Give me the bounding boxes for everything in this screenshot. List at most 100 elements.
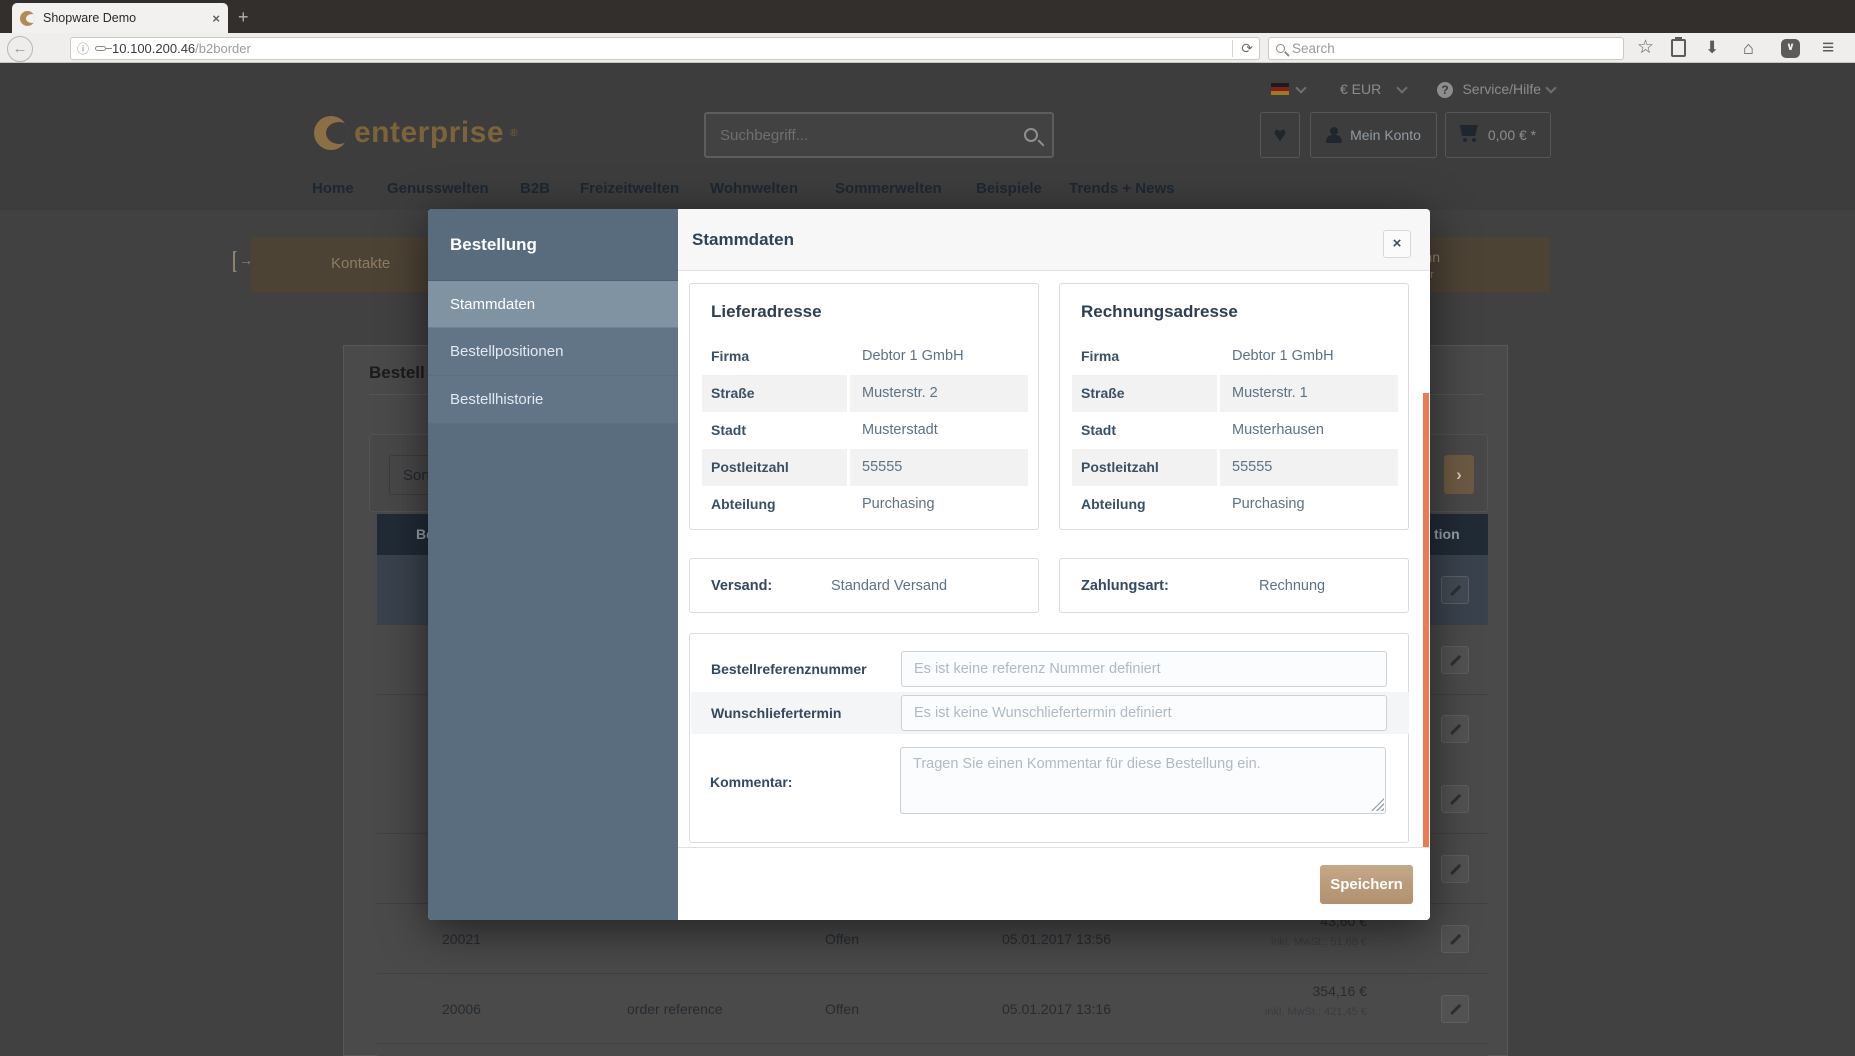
- logout-icon[interactable]: [233, 251, 237, 272]
- close-icon[interactable]: ×: [1383, 230, 1411, 258]
- account-button[interactable]: Mein Konto: [1310, 112, 1437, 158]
- shopware-favicon: [20, 10, 35, 26]
- back-button[interactable]: ←: [7, 36, 33, 62]
- address-row: Straße Musterstr. 2: [702, 375, 1028, 412]
- nav-genusswelten[interactable]: Genusswelten: [387, 180, 489, 197]
- nav-home[interactable]: Home: [312, 180, 354, 197]
- modal-content: Stammdaten × Lieferadresse Firma Debtor …: [678, 209, 1430, 920]
- modal-sidebar: Bestellung Stammdaten Bestellpositionen …: [428, 209, 678, 920]
- nav-sommerwelten[interactable]: Sommerwelten: [835, 180, 942, 197]
- shop-search-icon[interactable]: [1024, 128, 1038, 142]
- logo-icon: [314, 116, 348, 150]
- edit-order-button[interactable]: [1441, 855, 1469, 883]
- cart-icon: [1460, 125, 1480, 142]
- wish-date-input[interactable]: [901, 695, 1387, 731]
- nav-beispiele[interactable]: Beispiele: [976, 180, 1042, 197]
- shop-logo[interactable]: enterprise ®: [314, 116, 517, 150]
- nav-freizeitwelten[interactable]: Freizeitwelten: [580, 180, 679, 197]
- help-icon: ?: [1437, 82, 1453, 98]
- pencil-icon: [1450, 654, 1461, 666]
- bookmark-star-icon[interactable]: ☆: [1637, 37, 1654, 59]
- contacts-tab[interactable]: Kontakte: [331, 255, 390, 272]
- address-row: Stadt Musterstadt: [711, 422, 938, 438]
- new-tab-button[interactable]: +: [238, 8, 249, 26]
- order-amount-incl-vat: inkl. MwSt.: 421,45 €: [1264, 1006, 1367, 1018]
- address-row: Firma Debtor 1 GmbH: [1081, 348, 1334, 364]
- info-icon[interactable]: ⓘ: [77, 40, 89, 57]
- heart-icon: ♥: [1273, 122, 1287, 147]
- save-button[interactable]: Speichern: [1320, 865, 1413, 904]
- edit-order-button[interactable]: [1441, 646, 1469, 674]
- order-date: 05.01.2017 13:56: [1002, 931, 1111, 947]
- address-row: Postleitzahl 55555: [702, 449, 1028, 486]
- service-menu[interactable]: ? Service/Hilfe: [1437, 81, 1541, 99]
- sidebar-item-bestellhistorie[interactable]: Bestellhistorie: [428, 376, 678, 424]
- sidebar-item-bestellpositionen[interactable]: Bestellpositionen: [428, 328, 678, 376]
- cart-button[interactable]: 0,00 € *: [1445, 112, 1551, 158]
- order-number: 20006: [442, 1001, 481, 1017]
- modal-title: Stammdaten: [692, 230, 795, 249]
- tab-title: Shopware Demo: [43, 11, 137, 25]
- nav-b2b[interactable]: B2B: [520, 180, 550, 197]
- modal-header: Stammdaten ×: [678, 209, 1430, 271]
- main-navigation: Home Genusswelten B2B Freizeitwelten Woh…: [0, 180, 1855, 210]
- modal-sidebar-title: Bestellung: [428, 209, 678, 280]
- edit-order-button[interactable]: [1441, 925, 1469, 953]
- order-form-card: Bestellreferenznummer Wunschliefertermin…: [689, 633, 1409, 843]
- currency-selector[interactable]: € EUR: [1340, 81, 1381, 97]
- address-row: Abteilung Purchasing: [711, 496, 935, 512]
- shipping-label: Versand:: [711, 578, 773, 594]
- pencil-icon: [1450, 723, 1461, 735]
- search-placeholder: Search: [1292, 41, 1335, 56]
- reference-input[interactable]: [901, 651, 1387, 687]
- pencil-icon: [1450, 933, 1461, 945]
- reload-icon[interactable]: ⟳: [1232, 40, 1253, 57]
- home-icon[interactable]: ⌂: [1743, 37, 1754, 59]
- address-row: Firma Debtor 1 GmbH: [711, 348, 964, 364]
- sidebar-item-stammdaten[interactable]: Stammdaten: [428, 280, 678, 328]
- shop-search-field[interactable]: Suchbegriff...: [704, 112, 1054, 158]
- billing-address-title: Rechnungsadresse: [1081, 302, 1238, 321]
- key-icon[interactable]: [95, 46, 113, 51]
- wish-date-row: Wunschliefertermin: [691, 692, 1409, 734]
- orders-heading-fragment: Bestell: [369, 363, 425, 382]
- pencil-icon: [1450, 793, 1461, 805]
- order-amount: 354,16 € inkl. MwSt.: 421,45 €: [1177, 983, 1367, 1018]
- browser-tab-bar: Shopware Demo × +: [0, 0, 1855, 33]
- address-row: Straße Musterstr. 1: [1072, 375, 1398, 412]
- edit-order-button[interactable]: [1441, 995, 1469, 1023]
- modal-scrollbar[interactable]: [1423, 393, 1429, 847]
- modal-footer: Speichern: [678, 847, 1430, 920]
- search-icon: [1276, 44, 1285, 53]
- downloads-icon[interactable]: ⬇: [1705, 37, 1719, 59]
- url-bar[interactable]: ⓘ 10.100.200.46/b2border ⟳: [70, 37, 1260, 60]
- url-text[interactable]: 10.100.200.46/b2border: [112, 41, 1226, 56]
- table-row: [377, 1044, 1488, 1056]
- nav-wohnwelten[interactable]: Wohnwelten: [710, 180, 798, 197]
- comment-textarea[interactable]: [900, 747, 1386, 814]
- table-row-20006[interactable]: 20006 order reference Offen 05.01.2017 1…: [377, 974, 1488, 1044]
- menu-icon[interactable]: ≡: [1822, 37, 1834, 59]
- wishlist-button[interactable]: ♥: [1260, 112, 1300, 158]
- next-page-button[interactable]: ›: [1444, 455, 1474, 494]
- browser-tab[interactable]: Shopware Demo ×: [12, 3, 228, 33]
- reading-list-icon[interactable]: [1671, 37, 1686, 57]
- shipping-value: Standard Versand: [831, 578, 948, 594]
- delivery-address-card: Lieferadresse Firma Debtor 1 GmbH Straße…: [689, 283, 1039, 530]
- nav-trends-news[interactable]: Trends + News: [1069, 180, 1174, 197]
- address-row: Postleitzahl 55555: [1072, 449, 1398, 486]
- order-number: 20021: [442, 931, 481, 947]
- order-status: Offen: [825, 931, 859, 947]
- reference-row: Bestellreferenznummer: [691, 648, 1409, 690]
- order-amount-incl-vat: inkl. MwSt.: 51,88 €: [1271, 936, 1367, 948]
- edit-order-button[interactable]: [1441, 576, 1469, 604]
- tab-close-icon[interactable]: ×: [212, 11, 220, 26]
- edit-order-button[interactable]: [1441, 785, 1469, 813]
- language-flag-icon[interactable]: [1271, 83, 1289, 95]
- browser-search-field[interactable]: Search: [1268, 37, 1624, 60]
- edit-order-button[interactable]: [1441, 715, 1469, 743]
- wish-date-label: Wunschliefertermin: [711, 705, 842, 721]
- pocket-icon[interactable]: ∨: [1781, 39, 1800, 58]
- col-header-fragment-right: tion: [1434, 526, 1460, 542]
- order-date: 05.01.2017 13:16: [1002, 1001, 1111, 1017]
